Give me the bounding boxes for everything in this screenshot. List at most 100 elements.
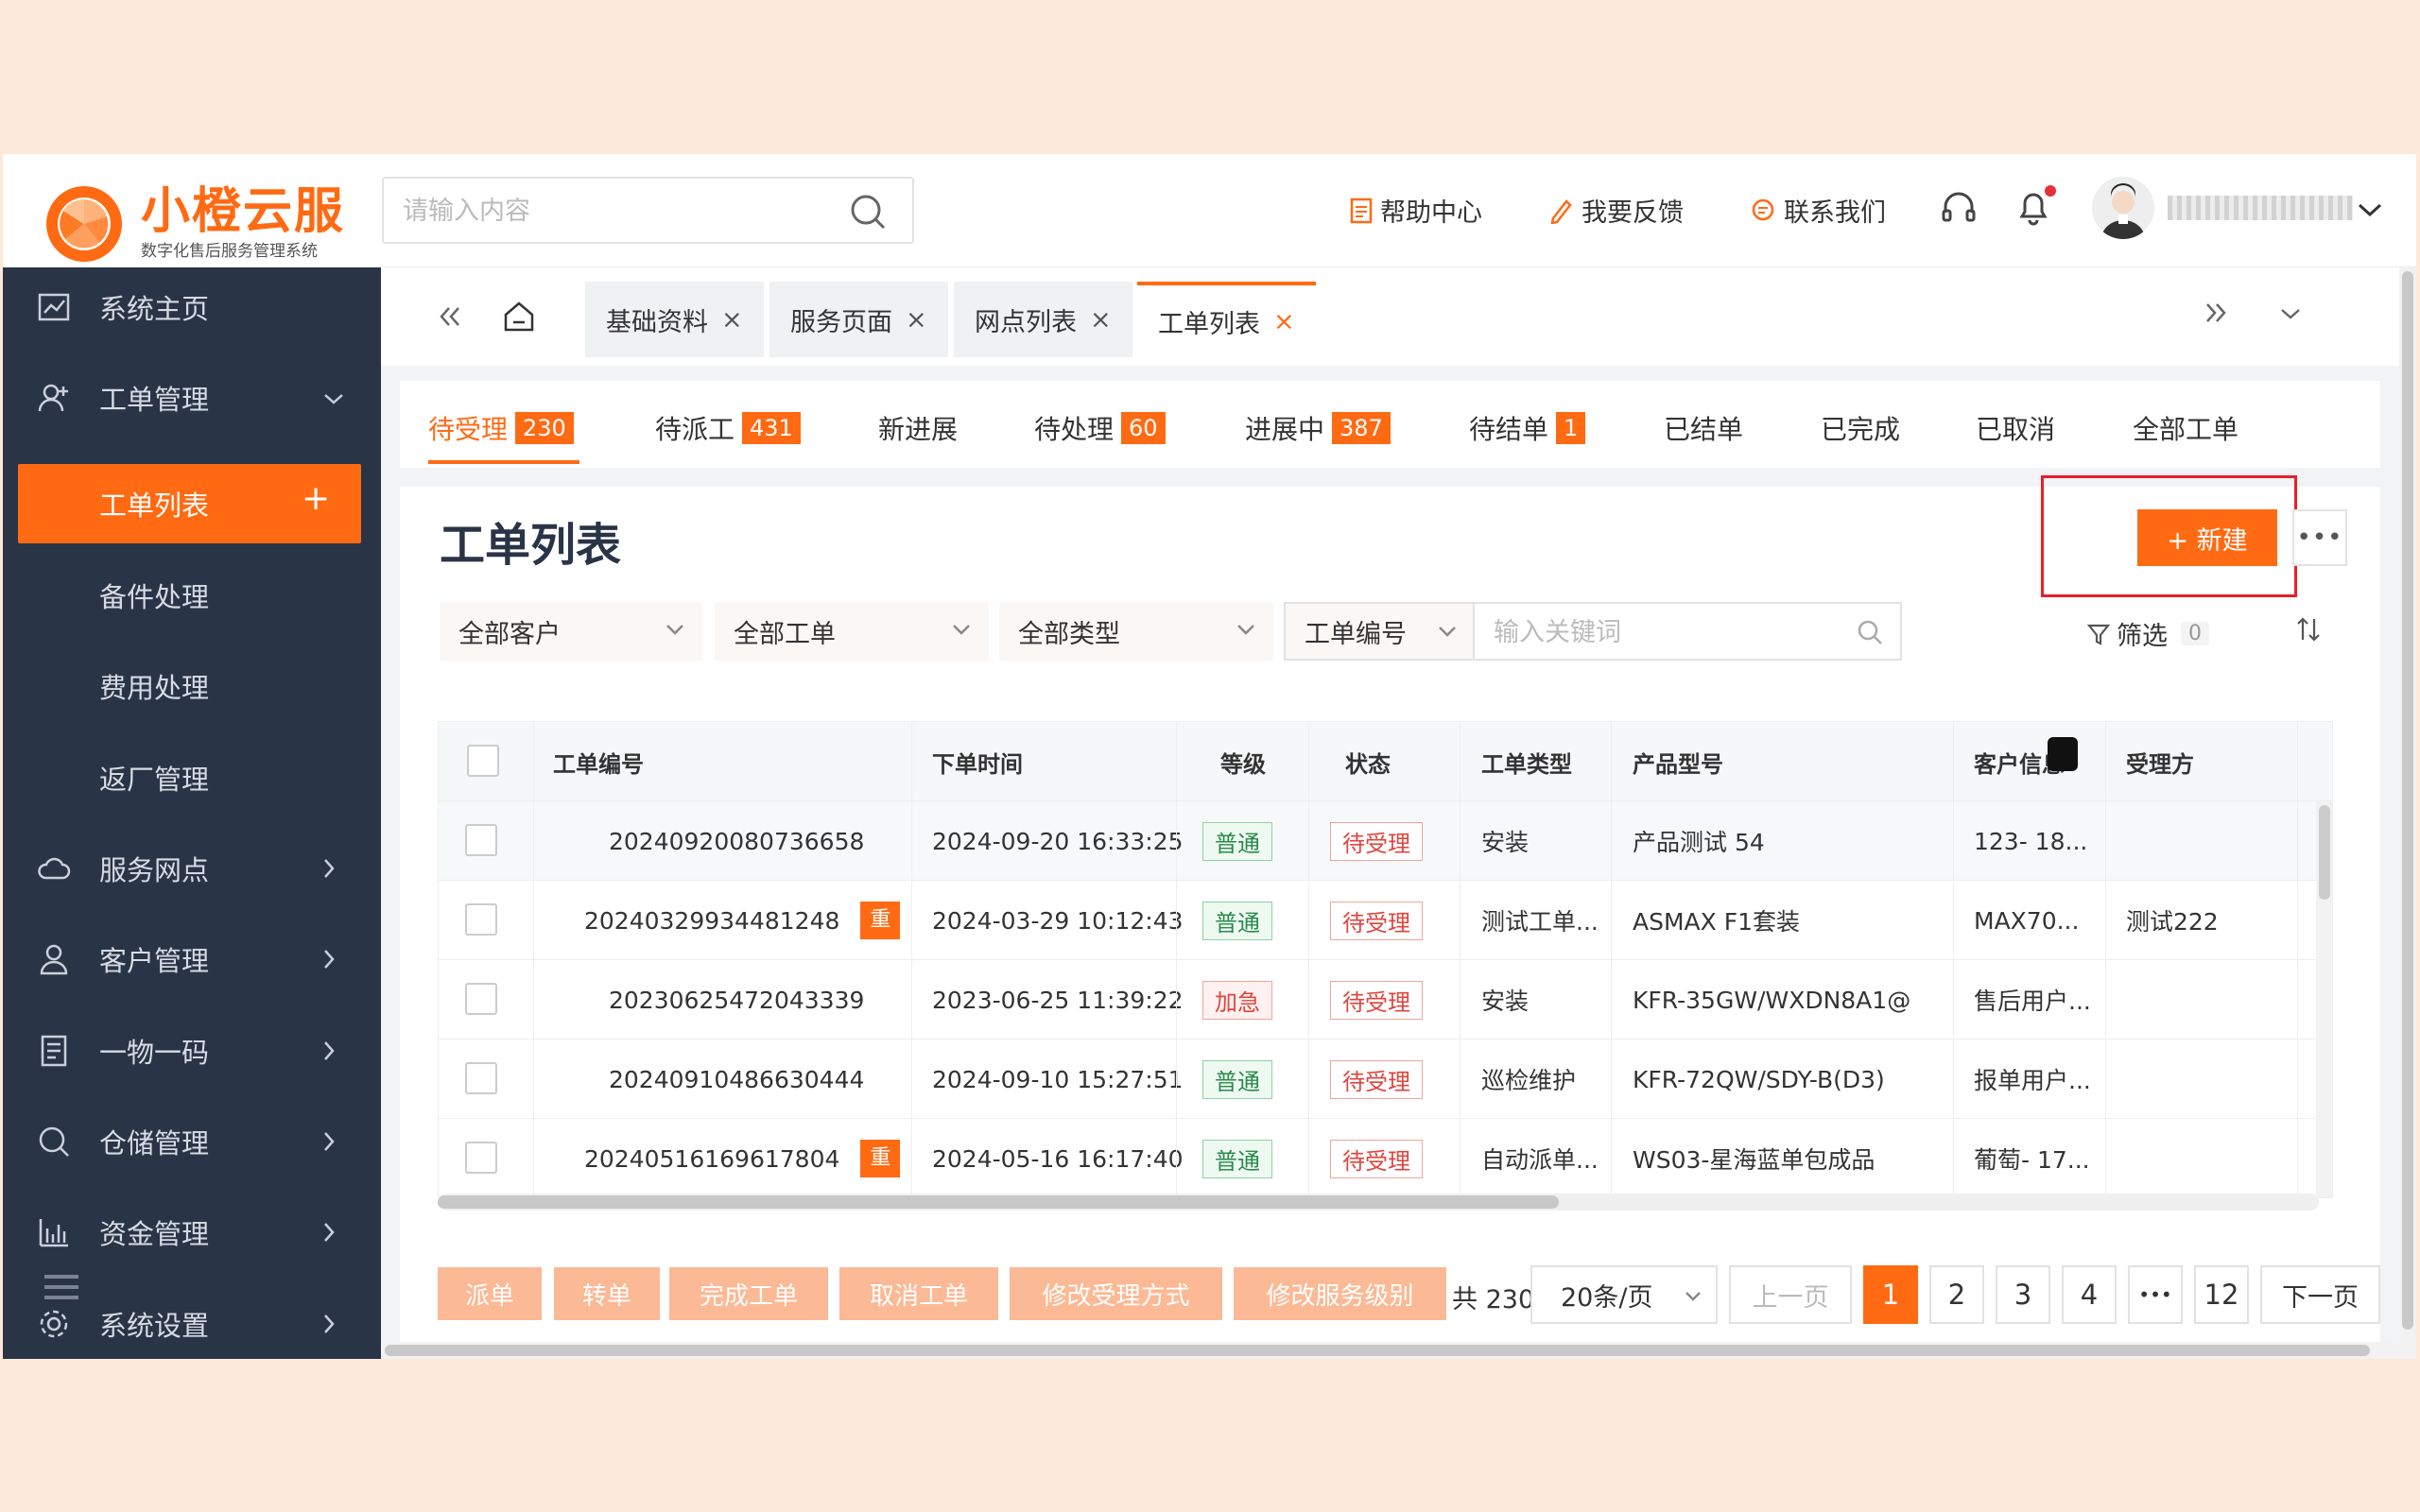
table-row[interactable]: 20240329934481248 重 2024-03-29 10:12:43 普… [439,881,2332,960]
sidebar-item-returns[interactable]: 返厂管理 [3,738,381,817]
scrollbar-thumb[interactable] [2319,805,2330,900]
new-workorder-button[interactable]: + 新建 [2137,509,2277,566]
next-page-button[interactable]: 下一页 [2260,1265,2380,1324]
table-row[interactable]: 20230625472043339 2023-06-25 11:39:22 加急… [439,960,2332,1040]
row-checkbox[interactable] [465,1062,497,1094]
bell-icon[interactable] [2014,184,2056,228]
more-button[interactable]: ••• [2292,509,2347,566]
status-tab-all[interactable]: 全部工单 [2133,409,2238,447]
table-row[interactable]: 20240910486630444 2024-09-10 15:27:51 普通… [439,1040,2332,1119]
feedback-link[interactable]: 我要反馈 [1549,192,1684,229]
sidebar-item-workorder-list[interactable]: 工单列表 + [18,464,361,543]
help-center-link[interactable]: 帮助中心 [1350,192,1482,229]
column-header[interactable]: 产品型号 [1633,722,1723,801]
main-vertical-scrollbar[interactable] [2399,267,2416,1359]
change-service-level-button[interactable]: 修改服务级别 [1234,1267,1446,1320]
status-tab-pending-dispatch[interactable]: 待派工 431 [655,409,801,447]
page-size-select[interactable]: 20条/页 [1530,1265,1718,1324]
scrollbar-thumb[interactable] [438,1195,1559,1209]
prev-page-button[interactable]: 上一页 [1729,1265,1852,1324]
close-icon[interactable]: × [1090,305,1112,335]
workorder-id[interactable]: 20240920080736658 [609,801,864,881]
sidebar-item-finance[interactable]: 资金管理 [3,1193,381,1272]
table-row[interactable]: 20240516169617804 重 2024-05-16 16:17:40 普… [439,1119,2332,1197]
sidebar-item-customers[interactable]: 客户管理 [3,919,381,999]
column-header[interactable]: 状态 [1345,722,1391,801]
page-button[interactable]: 1 [1863,1265,1918,1324]
status-tab-pending-close[interactable]: 待结单 1 [1469,409,1586,447]
row-checkbox[interactable] [465,903,497,936]
search-icon[interactable] [1857,619,1883,645]
scrollbar-thumb[interactable] [2402,271,2413,1330]
complete-workorder-button[interactable]: 完成工单 [669,1267,828,1320]
workorder-id[interactable]: 20240516169617804 [584,1145,839,1173]
page-button[interactable]: 12 [2194,1265,2249,1324]
workorder-id[interactable]: 20230625472043339 [609,960,864,1040]
row-checkbox[interactable] [465,983,497,1015]
scrollbar-thumb[interactable] [385,1345,2370,1356]
change-accept-method-button[interactable]: 修改受理方式 [1010,1267,1222,1320]
page-ellipsis-button[interactable]: ••• [2128,1265,2183,1324]
sidebar-item-spare-parts[interactable]: 备件处理 [3,556,381,635]
keyword-field-select[interactable]: 工单编号 [1284,602,1473,661]
status-tab-in-progress[interactable]: 进展中 387 [1245,409,1391,447]
status-tab-closed[interactable]: 已结单 [1664,409,1743,447]
tab-workorder-list[interactable]: 工单列表 × [1137,282,1316,357]
customer-filter[interactable]: 全部客户 [440,602,702,661]
chevron-down-icon[interactable] [2357,201,2383,218]
status-tab-pending-process[interactable]: 待处理 60 [1034,409,1166,447]
row-checkbox[interactable] [465,824,497,856]
headset-icon[interactable] [1941,190,1977,228]
cancel-workorder-button[interactable]: 取消工单 [839,1267,998,1320]
page-button[interactable]: 3 [1996,1265,2050,1324]
select-all-checkbox[interactable] [467,745,499,777]
sidebar-item-workorders[interactable]: 工单管理 [3,358,381,438]
status-tab-pending-accept[interactable]: 待受理 230 [428,409,574,447]
sidebar-item-service-outlets[interactable]: 服务网点 [3,829,381,908]
tab-service-page[interactable]: 服务页面 × [769,282,948,357]
transfer-button[interactable]: 转单 [554,1267,660,1320]
dispatch-button[interactable]: 派单 [438,1267,542,1320]
page-button[interactable]: 4 [2062,1265,2117,1324]
tab-basic-data[interactable]: 基础资料 × [585,282,764,357]
status-tab-cancelled[interactable]: 已取消 [1976,409,2055,447]
order-filter[interactable]: 全部工单 [715,602,989,661]
page-button[interactable]: 2 [1929,1265,1984,1324]
username-redacted[interactable] [2168,196,2353,220]
tab-outlet-list[interactable]: 网点列表 × [954,282,1132,357]
table-vertical-scrollbar[interactable] [2316,801,2332,1197]
filter-button[interactable]: 筛选 0 [2086,615,2209,652]
double-chevron-left-icon[interactable] [438,305,462,328]
status-tab-completed[interactable]: 已完成 [1821,409,1900,447]
plus-icon[interactable]: + [302,479,330,518]
workorder-id[interactable]: 20240910486630444 [609,1040,864,1119]
close-icon[interactable]: × [721,305,743,335]
workorder-id[interactable]: 20240329934481248 [584,907,839,935]
avatar[interactable] [2092,177,2154,239]
close-icon[interactable]: × [906,305,927,335]
column-header[interactable]: 工单编号 [553,722,644,801]
sidebar-item-warehouse[interactable]: 仓储管理 [3,1102,381,1181]
column-header[interactable]: 工单类型 [1481,722,1572,801]
logo[interactable]: 小橙云服 数字化售后服务管理系统 [43,169,345,262]
table-row[interactable]: 20240920080736658 2024-09-20 16:33:25 普通… [439,801,2332,881]
home-icon[interactable] [502,300,536,334]
sidebar-item-fees[interactable]: 费用处理 [3,646,381,726]
sidebar-item-home[interactable]: 系统主页 [3,267,381,347]
search-input[interactable] [403,190,838,232]
search-icon[interactable] [848,192,888,232]
keyword-input[interactable] [1494,613,1891,651]
main-horizontal-scrollbar[interactable] [381,1342,2399,1359]
column-header[interactable]: 等级 [1220,722,1266,801]
chevron-down-icon[interactable] [2279,307,2302,320]
contact-link[interactable]: 联系我们 [1750,192,1886,229]
double-chevron-right-icon[interactable] [2204,301,2228,324]
row-checkbox[interactable] [465,1142,497,1174]
close-icon[interactable]: × [1273,307,1295,336]
column-header[interactable]: 下单时间 [932,722,1023,801]
type-filter[interactable]: 全部类型 [999,602,1273,661]
sidebar-item-one-code[interactable]: 一物一码 [3,1011,381,1091]
table-horizontal-scrollbar[interactable] [438,1194,2319,1211]
column-header[interactable]: 受理方 [2126,722,2194,801]
sort-icon[interactable] [2294,615,2323,644]
